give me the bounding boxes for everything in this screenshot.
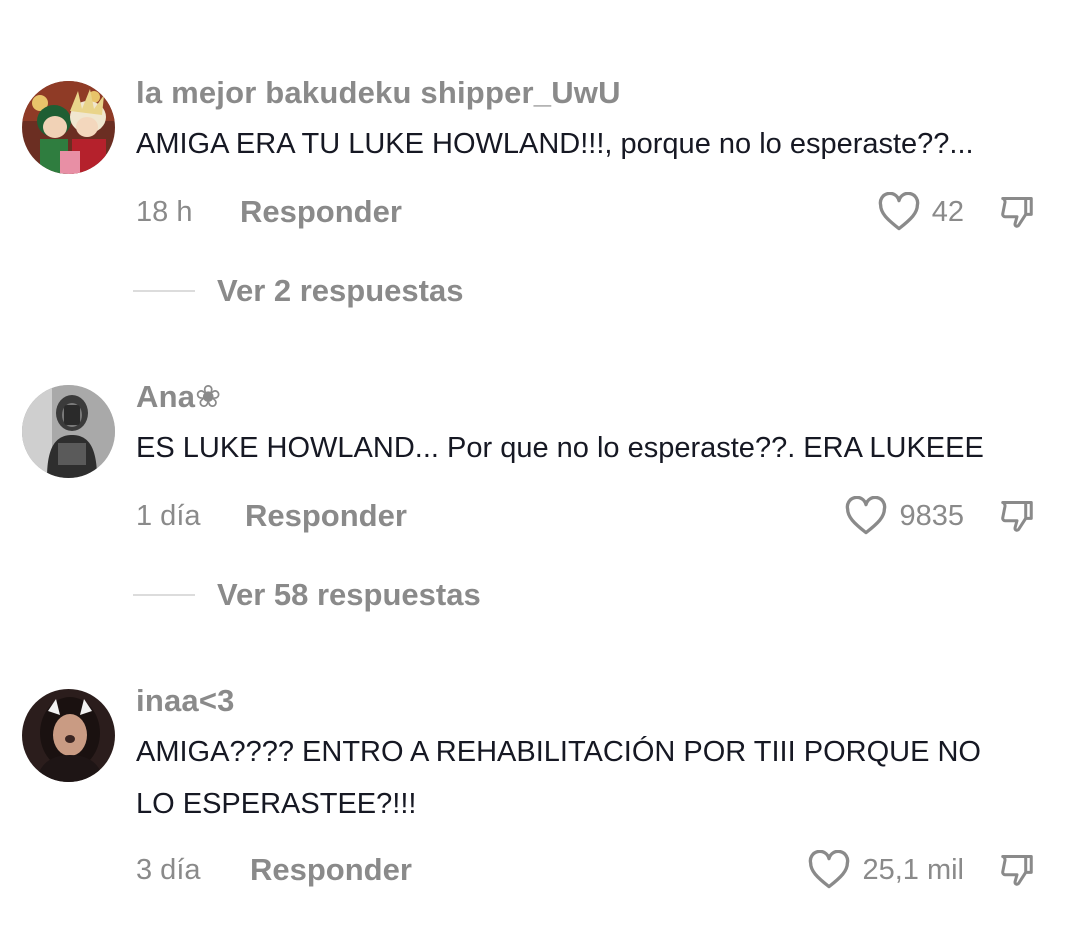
comment-username[interactable]: inaa<3 — [136, 683, 235, 719]
thumbs-down-icon[interactable] — [998, 497, 1036, 535]
reply-button[interactable]: Responder — [245, 494, 407, 538]
comment-text: ES LUKE HOWLAND... Por que no lo esperas… — [136, 432, 984, 464]
like-count: 9835 — [899, 499, 964, 532]
like-count: 25,1 mil — [862, 853, 964, 886]
avatar[interactable] — [22, 81, 115, 174]
comment-meta: 1 día Responder 9835 — [136, 494, 1036, 538]
comment-text: AMIGA ERA TU LUKE HOWLAND!!!, porque no … — [136, 128, 974, 160]
comment-text: AMIGA???? ENTRO A REHABILITACIÓN POR TII… — [136, 736, 981, 820]
comment-meta: 3 día Responder 25,1 mil — [136, 848, 1036, 892]
avatar[interactable] — [22, 689, 115, 782]
reply-button[interactable]: Responder — [250, 848, 412, 892]
like-group: 25,1 mil — [808, 848, 1036, 892]
view-replies-button[interactable]: Ver 58 respuestas — [133, 575, 481, 615]
divider-line — [133, 594, 195, 596]
reply-button[interactable]: Responder — [240, 190, 402, 234]
comment-time: 18 h — [136, 196, 193, 228]
comment-username[interactable]: Ana❀ — [136, 379, 221, 415]
heart-outline-icon[interactable] — [845, 496, 887, 536]
heart-outline-icon[interactable] — [808, 850, 850, 890]
avatar[interactable] — [22, 385, 115, 478]
divider-line — [133, 290, 195, 292]
like-count: 42 — [931, 195, 964, 228]
view-replies-label: Ver 58 respuestas — [217, 577, 481, 612]
comment-time: 1 día — [136, 500, 201, 532]
like-group: 42 — [878, 190, 1036, 234]
view-replies-button[interactable]: Ver 2 respuestas — [133, 271, 463, 311]
view-replies-label: Ver 2 respuestas — [217, 273, 464, 308]
comment-username[interactable]: la mejor bakudeku shipper_UwU — [136, 75, 621, 111]
thumbs-down-icon[interactable] — [998, 193, 1036, 231]
comment-time: 3 día — [136, 854, 201, 886]
comment-meta: 18 h Responder 42 — [136, 190, 1036, 234]
comments-panel: la mejor bakudeku shipper_UwU AMIGA ERA … — [0, 0, 1070, 933]
thumbs-down-icon[interactable] — [998, 851, 1036, 889]
like-group: 9835 — [845, 494, 1036, 538]
heart-outline-icon[interactable] — [878, 192, 920, 232]
